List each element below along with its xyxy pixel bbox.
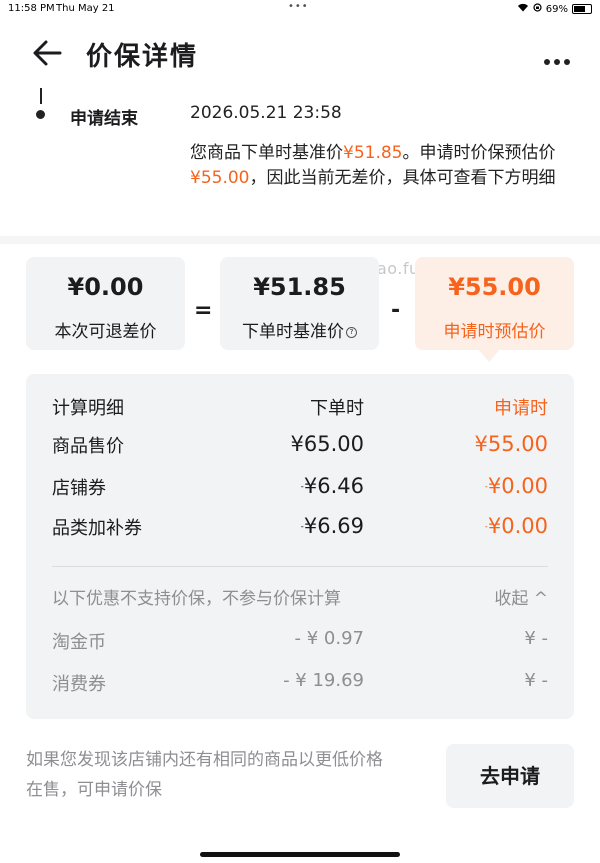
row-apply-value: -¥0.00	[485, 474, 548, 498]
collapse-button[interactable]: 收起 ^	[494, 584, 548, 609]
refund-difference-label: 本次可退差价	[54, 322, 157, 342]
status-right: 69%	[517, 3, 592, 15]
base-price-label: 下单时基准价?	[220, 317, 379, 342]
timeline-step-time: 2026.05.21 23:58	[190, 103, 342, 123]
timeline-line	[40, 88, 42, 104]
unsupported-note: 以下优惠不支持价保，不参与价保计算	[52, 589, 341, 609]
section-divider	[0, 236, 600, 244]
calculation-detail-panel: 计算明细 下单时 申请时 商品售价 ¥65.00 ¥55.00 店铺券 -¥6.…	[26, 374, 574, 719]
home-indicator[interactable]	[200, 852, 400, 857]
refund-difference-box: ¥0.00 本次可退差价	[26, 257, 185, 350]
estimate-price-value: ¥55.00	[448, 273, 541, 301]
row-order-value: - ¥ 0.97	[294, 628, 364, 649]
row-name: 消费券	[52, 674, 106, 695]
row-apply-amount: ¥0.00	[487, 514, 548, 538]
desc-base-price: ¥51.85	[343, 143, 403, 163]
detail-header-order: 下单时	[310, 398, 364, 419]
estimate-pointer-icon	[478, 349, 500, 362]
refund-difference-value: ¥0.00	[67, 273, 144, 301]
row-order-amount: ¥6.46	[303, 474, 364, 498]
desc-text-2: 。申请时价保预估价	[402, 143, 556, 163]
row-name: 品类加补券	[52, 518, 142, 539]
base-price-label-text: 下单时基准价	[242, 322, 344, 342]
minus-sign: -	[391, 298, 401, 323]
row-apply-value: ¥55.00	[474, 432, 548, 456]
row-order-amount: ¥6.69	[303, 514, 364, 538]
wifi-icon	[517, 3, 529, 15]
base-price-box[interactable]: ¥51.85 下单时基准价?	[220, 257, 379, 350]
row-name: 店铺券	[52, 478, 106, 499]
unsupported-note-row: 以下优惠不支持价保，不参与价保计算	[26, 584, 574, 614]
row-name: 商品售价	[52, 436, 124, 457]
row-apply-value: ¥ -	[524, 670, 548, 691]
equals-sign: =	[194, 298, 213, 323]
timeline-step-label: 申请结束	[70, 109, 138, 129]
more-icon[interactable]	[540, 50, 570, 69]
row-order-value: -¥6.46	[301, 474, 364, 498]
panel-divider	[52, 566, 548, 567]
back-arrow-icon[interactable]	[32, 38, 62, 68]
detail-header-name: 计算明细	[52, 398, 124, 419]
lock-rotation-icon	[533, 3, 542, 15]
desc-estimate-price: ¥55.00	[190, 168, 250, 188]
help-icon[interactable]: ?	[346, 326, 357, 338]
row-order-value: -¥6.69	[301, 514, 364, 538]
estimate-price-label: 申请时预估价	[443, 322, 546, 342]
row-order-value: ¥65.00	[290, 432, 364, 456]
table-row: 品类加补券 -¥6.69 -¥0.00	[26, 514, 574, 544]
status-time: 11:58 PM	[8, 3, 55, 14]
multitask-dots-icon[interactable]: •••	[288, 1, 309, 12]
header: 价保详情	[0, 28, 600, 78]
table-row: 店铺券 -¥6.46 -¥0.00	[26, 474, 574, 504]
status-date: Thu May 21	[56, 3, 115, 14]
apply-button[interactable]: 去申请	[446, 744, 574, 808]
row-apply-amount: ¥0.00	[487, 474, 548, 498]
footer-hint: 如果您发现该店铺内还有相同的商品以更低价格在售，可申请价保	[26, 750, 383, 800]
estimate-price-box: ¥55.00 申请时预估价	[415, 257, 574, 350]
row-name: 淘金币	[52, 632, 106, 653]
base-price-value: ¥51.85	[253, 273, 346, 301]
battery-percent: 69%	[545, 3, 568, 15]
status-bar: 11:58 PM Thu May 21 ••• 69%	[0, 0, 600, 20]
list-item: 淘金币 - ¥ 0.97 ¥ -	[26, 628, 574, 658]
battery-icon	[572, 4, 592, 14]
desc-text-1: 您商品下单时基准价	[190, 143, 343, 163]
row-order-value: - ¥ 19.69	[283, 670, 364, 691]
timeline-dot	[36, 110, 45, 119]
row-apply-value: ¥ -	[524, 628, 548, 649]
timeline-step-description: 您商品下单时基准价¥51.85。申请时价保预估价 ¥55.00，因此当前无差价，具…	[190, 141, 585, 191]
table-row: 商品售价 ¥65.00 ¥55.00	[26, 432, 574, 462]
row-apply-value: -¥0.00	[485, 514, 548, 538]
list-item: 消费券 - ¥ 19.69 ¥ -	[26, 670, 574, 700]
desc-text-3: ，因此当前无差价，具体可查看下方明细	[249, 168, 556, 188]
detail-header-row: 计算明细 下单时 申请时	[26, 394, 574, 424]
page-title: 价保详情	[86, 42, 199, 72]
detail-header-apply: 申请时	[494, 398, 548, 419]
